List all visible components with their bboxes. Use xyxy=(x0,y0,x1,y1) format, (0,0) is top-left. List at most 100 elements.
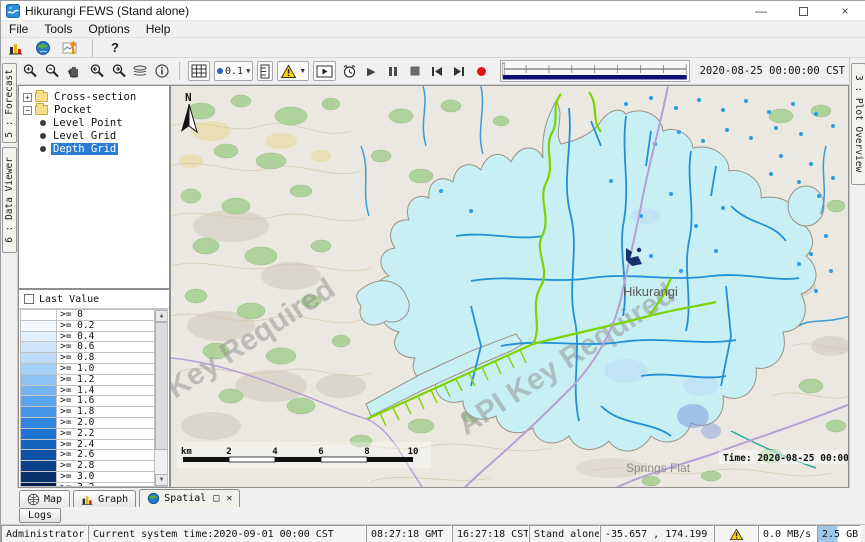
animation-dialog-button[interactable] xyxy=(313,61,336,81)
town-label: Hikurangi xyxy=(623,284,678,299)
pan-button[interactable] xyxy=(65,62,83,80)
legend-color-swatch xyxy=(21,396,57,406)
status-mode: Stand alone xyxy=(529,525,600,542)
play-button[interactable]: ▶ xyxy=(362,62,380,80)
last-value-option[interactable]: Last Value xyxy=(19,290,169,309)
stop-icon xyxy=(410,66,420,76)
warnings-dropdown[interactable]: ▼ xyxy=(277,61,309,81)
tab-map[interactable]: Map xyxy=(19,490,70,507)
map-display-button[interactable] xyxy=(34,39,52,57)
layers-button[interactable] xyxy=(131,62,149,80)
bar-chart-icon xyxy=(8,40,24,56)
first-frame-button[interactable] xyxy=(428,62,446,80)
scale-legend-button[interactable] xyxy=(257,61,273,81)
spatial-map-view[interactable]: API Key Required API Key Required xyxy=(170,85,849,488)
zoom-previous-button[interactable] xyxy=(87,62,105,80)
tree-item-level-point[interactable]: Level Point xyxy=(23,117,169,129)
pause-icon xyxy=(388,66,398,77)
tab-data-viewer[interactable]: 6 : Data Viewer xyxy=(2,147,17,253)
menu-tools[interactable]: Tools xyxy=(36,21,80,38)
status-gmt-time: 08:27:18 GMT xyxy=(366,525,452,542)
grid-display-button[interactable] xyxy=(188,61,210,81)
map-canvas: API Key Required API Key Required xyxy=(171,86,849,488)
tab-plot-overview[interactable]: 3 : Plot Overview xyxy=(851,63,865,185)
map-time-label: Time: 2020-08-25 00:00:00 CST xyxy=(723,453,849,464)
stop-button[interactable] xyxy=(406,62,424,80)
legend-threshold-label: >= 1.6 xyxy=(57,396,94,406)
legend-color-swatch xyxy=(21,321,57,331)
legend-row[interactable]: >= 1.2 xyxy=(21,375,154,386)
time-slider[interactable] xyxy=(500,60,689,82)
maximize-icon xyxy=(799,7,808,16)
last-value-checkbox[interactable] xyxy=(24,294,34,304)
legend-threshold-label: >= 2.0 xyxy=(57,418,94,428)
tab-close-icon[interactable]: ✕ xyxy=(226,493,232,504)
logs-button[interactable]: Logs xyxy=(19,508,61,523)
zoom-in-icon xyxy=(22,63,38,79)
chevron-down-icon: ▼ xyxy=(299,68,306,75)
tab-spatial[interactable]: Spatial □ ✕ xyxy=(139,489,240,507)
info-button[interactable] xyxy=(153,62,171,80)
timeseries-chart-button[interactable] xyxy=(7,39,25,57)
record-icon xyxy=(477,67,486,76)
tree-item-cross-section[interactable]: + Cross-section xyxy=(23,91,169,103)
scroll-up-icon[interactable]: ▲ xyxy=(155,310,168,322)
logs-bar: Logs xyxy=(1,507,865,525)
legend-color-swatch xyxy=(21,418,57,428)
legend-rows: >= 0 >= 0.2 >= 0.4 >= 0.6 xyxy=(21,310,154,487)
legend-row[interactable]: >= 2.2 xyxy=(21,429,154,440)
zoom-next-button[interactable] xyxy=(109,62,127,80)
menu-help[interactable]: Help xyxy=(138,21,179,38)
legend-threshold-label: >= 0.6 xyxy=(57,342,94,352)
minimize-button[interactable]: — xyxy=(740,1,782,21)
filter-tree-panel: + Cross-section − Pocket Level Point Lev… xyxy=(18,85,170,289)
legend-row[interactable]: >= 3.2 xyxy=(21,483,154,487)
legend-threshold-label: >= 2.2 xyxy=(57,429,94,439)
collapse-icon[interactable]: − xyxy=(23,106,32,115)
close-button[interactable]: × xyxy=(824,1,865,21)
place-label: Springs Flat xyxy=(626,461,691,475)
menu-options[interactable]: Options xyxy=(80,21,137,38)
scale-unit: km xyxy=(181,447,192,457)
legend-threshold-label: >= 1.0 xyxy=(57,364,94,374)
tab-graph[interactable]: Graph xyxy=(73,490,136,507)
record-button[interactable] xyxy=(472,62,490,80)
legend-color-swatch xyxy=(21,310,57,320)
legend-threshold-label: >= 0.2 xyxy=(57,321,94,331)
legend-threshold-label: >= 2.4 xyxy=(57,440,94,450)
tree-item-pocket[interactable]: − Pocket xyxy=(23,104,169,116)
tree-item-level-grid[interactable]: Level Grid xyxy=(23,130,169,142)
chart-arrow-icon xyxy=(62,40,79,56)
animation-settings-button[interactable] xyxy=(340,62,358,80)
contour-interval-dropdown[interactable]: 0.1 ▼ xyxy=(214,61,253,81)
status-system-time: Current system time:2020-09-01 00:00 CST xyxy=(88,525,366,542)
scroll-down-icon[interactable]: ▼ xyxy=(155,474,168,486)
legend-color-swatch xyxy=(21,364,57,374)
zoom-out-button[interactable] xyxy=(43,62,61,80)
legend-color-swatch xyxy=(21,375,57,385)
status-warning-icon xyxy=(729,528,744,541)
pause-button[interactable] xyxy=(384,62,402,80)
scrollbar-thumb[interactable] xyxy=(155,322,168,450)
tab-forecast[interactable]: 5 : Forecast xyxy=(2,63,17,143)
expand-icon[interactable]: + xyxy=(23,93,32,102)
legend-scrollbar[interactable]: ▲ ▼ xyxy=(154,310,167,486)
right-tab-strip: 3 : Plot Overview xyxy=(849,58,865,488)
last-frame-button[interactable] xyxy=(450,62,468,80)
status-warning-cell[interactable] xyxy=(714,525,758,542)
legend-threshold-label: >= 1.4 xyxy=(57,386,94,396)
zoom-in-button[interactable] xyxy=(21,62,39,80)
tab-maximize-icon[interactable]: □ xyxy=(213,493,219,504)
svg-text:8: 8 xyxy=(364,447,369,457)
help-button[interactable]: ? xyxy=(106,39,124,57)
menu-file[interactable]: File xyxy=(1,21,36,38)
legend-color-swatch xyxy=(21,450,57,460)
legend-color-swatch xyxy=(21,342,57,352)
legend-threshold-label: >= 3.2 xyxy=(57,483,94,487)
tree-item-depth-grid[interactable]: Depth Grid xyxy=(23,143,169,155)
maximize-button[interactable] xyxy=(782,1,824,21)
left-tab-strip: 5 : Forecast 6 : Data Viewer xyxy=(1,85,18,488)
legend-color-swatch xyxy=(21,332,57,342)
forecast-chart-button[interactable] xyxy=(61,39,79,57)
legend-row[interactable]: >= 0.2 xyxy=(21,321,154,332)
